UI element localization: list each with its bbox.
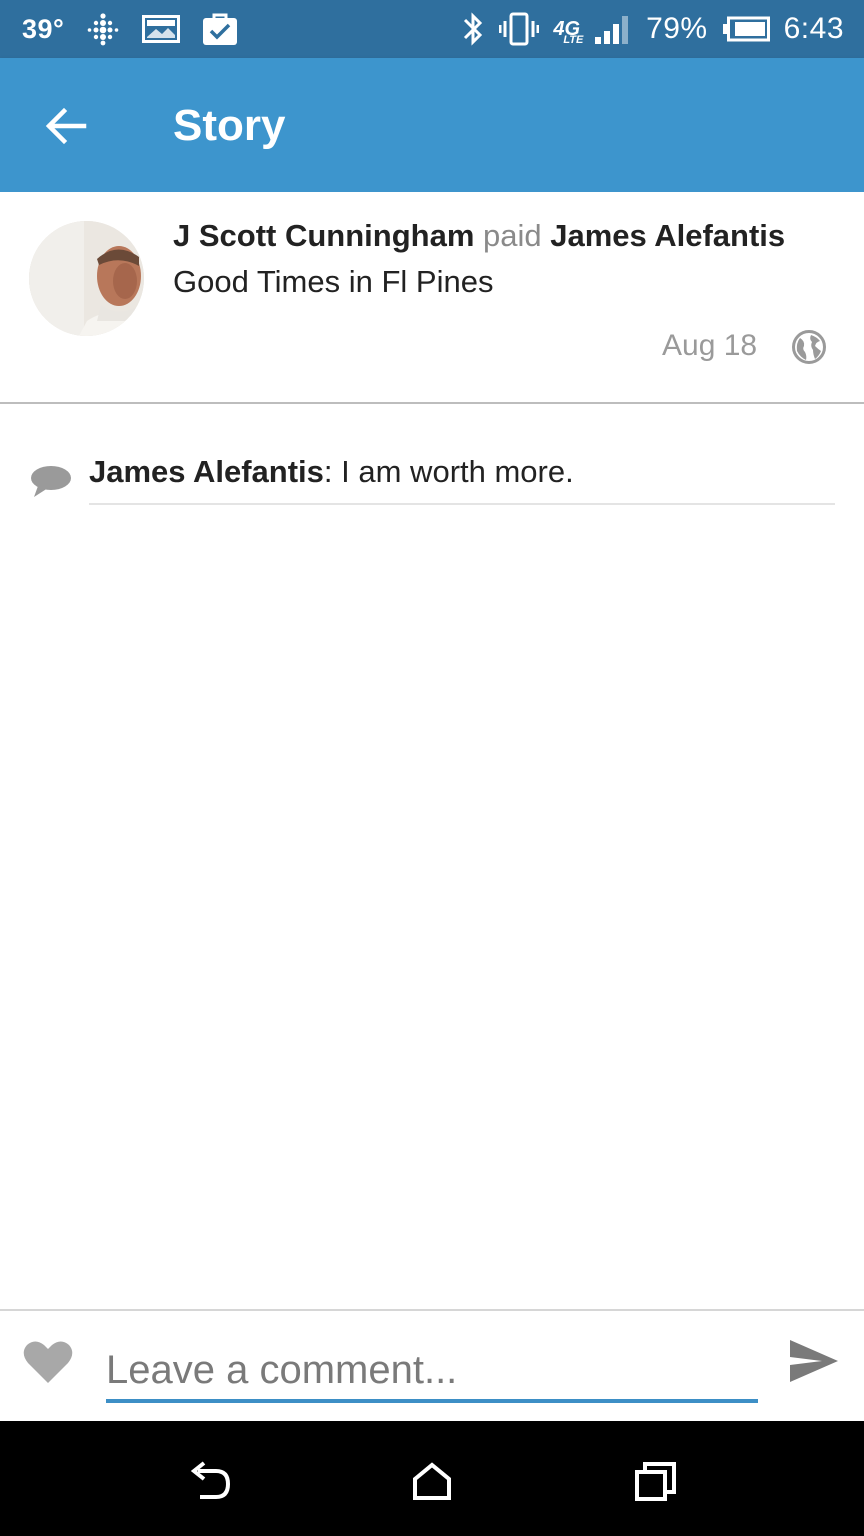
fitbit-icon [86, 12, 120, 46]
page-title: Story [173, 101, 286, 150]
image-icon [142, 15, 181, 43]
story-summary: J Scott Cunningham paid James Alefantis [173, 218, 785, 254]
vibrate-icon [499, 12, 540, 46]
comment-input[interactable] [106, 1337, 758, 1403]
signal-icon [594, 13, 632, 45]
comment-item: James Alefantis: I am worth more. [0, 440, 864, 510]
back-icon [190, 1461, 231, 1499]
back-button[interactable] [38, 98, 94, 154]
system-nav-bar [0, 1421, 864, 1536]
status-bar: 39° 4G LTE 79% 6:43 [0, 0, 864, 58]
payee-name[interactable]: James Alefantis [550, 218, 785, 253]
send-button[interactable] [788, 1337, 840, 1390]
heart-icon [23, 1341, 73, 1383]
briefcase-check-icon [202, 12, 238, 46]
comment-divider [89, 503, 835, 505]
nav-recent-apps-button[interactable] [626, 1456, 686, 1506]
speech-bubble-icon [30, 464, 72, 505]
arrow-left-icon [45, 107, 87, 145]
home-icon [413, 1462, 451, 1500]
story-date: Aug 18 [662, 329, 758, 362]
globe-icon [791, 329, 827, 370]
nav-home-button[interactable] [402, 1456, 462, 1506]
bluetooth-icon [461, 11, 485, 47]
recent-apps-icon [635, 1462, 676, 1501]
comment-separator: : [323, 454, 333, 489]
story-verb: paid [483, 218, 542, 253]
comment-text: James Alefantis: I am worth more. [89, 454, 574, 490]
battery-icon [722, 16, 770, 42]
like-button[interactable] [22, 1339, 74, 1390]
battery-percent: 79% [646, 12, 708, 45]
temperature-text: 39° [22, 13, 65, 44]
comment-composer [0, 1309, 864, 1421]
comment-author[interactable]: James Alefantis [89, 454, 324, 489]
story-header: J Scott Cunningham paid James Alefantis … [0, 192, 864, 404]
payer-name[interactable]: J Scott Cunningham [173, 218, 474, 253]
app-bar: Story [0, 58, 864, 192]
comment-body: I am worth more. [332, 454, 574, 489]
send-icon [790, 1340, 838, 1382]
payment-note: Good Times in Fl Pines [173, 264, 494, 299]
nav-back-button[interactable] [180, 1456, 240, 1506]
avatar[interactable] [29, 221, 144, 336]
network-type: 4G LTE [553, 19, 583, 46]
clock: 6:43 [783, 12, 844, 45]
network-sub-label: LTE [563, 34, 584, 46]
